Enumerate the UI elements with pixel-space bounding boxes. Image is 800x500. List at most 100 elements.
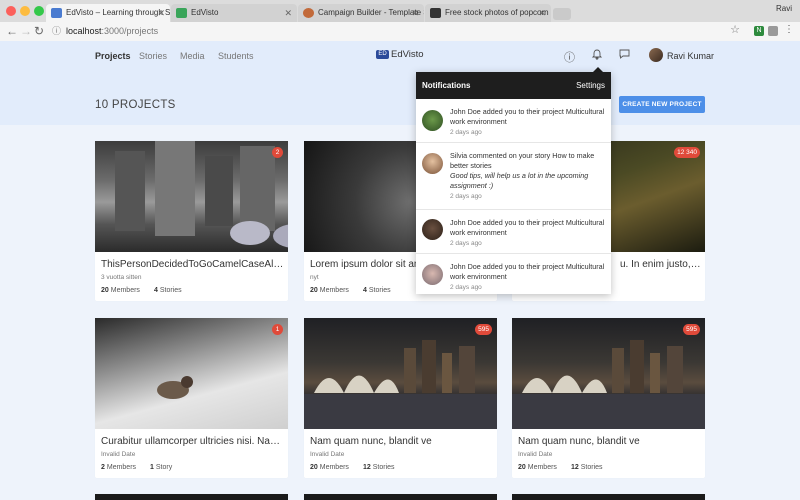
tab-close-icon[interactable]: ✕ <box>157 4 165 22</box>
notification-content: John Doe added you to their project Mult… <box>450 107 605 138</box>
close-window-icon[interactable] <box>6 6 16 16</box>
back-arrow-icon[interactable]: ← <box>6 23 18 39</box>
notification-time: 2 days ago <box>450 284 482 291</box>
extension-icon[interactable] <box>768 26 778 36</box>
stories-count: 12 <box>571 464 579 471</box>
address-url: localhost:3000/projects <box>66 24 158 38</box>
project-title[interactable]: Nam quam nunc, blandit ve <box>310 436 493 447</box>
browser-toolbar: ← → ↻ ⓘ localhost:3000/projects ☆ N ⋮ <box>0 22 800 42</box>
url-host: localhost <box>66 26 102 36</box>
members-count: 20 <box>310 464 318 471</box>
members-count: 2 <box>101 464 105 471</box>
project-title[interactable]: ThisPersonDecidedToGoCamelCaseAllThe <box>101 259 284 270</box>
project-badge: 12 340 <box>674 147 700 158</box>
notification-content: John Doe added you to their project Mult… <box>450 262 605 293</box>
maximize-window-icon[interactable] <box>34 6 44 16</box>
browser-tab-2[interactable]: EdVisto ✕ <box>171 4 297 22</box>
tab-favicon-icon <box>176 8 187 18</box>
notification-content: Silvia commented on your story How to ma… <box>450 151 605 202</box>
project-members: 20 Members <box>518 464 557 471</box>
chat-icon[interactable] <box>619 49 630 62</box>
notification-avatar <box>422 219 443 240</box>
help-icon[interactable]: ⓘ <box>564 49 575 65</box>
forward-arrow-icon[interactable]: → <box>20 23 32 39</box>
project-cover-image: 2 <box>95 141 317 252</box>
tab-title: Campaign Builder - Template St <box>318 8 424 17</box>
tab-close-icon[interactable]: ✕ <box>538 4 546 22</box>
project-card[interactable]: 2 ThisPersonDecidedToGoCamelCaseAllThe 3… <box>95 141 317 301</box>
browser-menu-icon[interactable]: ⋮ <box>784 24 794 35</box>
bell-icon-svg <box>591 49 603 60</box>
notification-item[interactable]: John Doe added you to their project Mult… <box>416 210 611 254</box>
notification-avatar <box>422 264 443 285</box>
project-card[interactable] <box>95 494 288 500</box>
browser-tab-1[interactable]: EdVisto – Learning through St ✕ <box>46 4 170 22</box>
stories-count: 12 <box>363 464 371 471</box>
project-card[interactable] <box>512 494 705 500</box>
notifications-settings-link[interactable]: Settings <box>576 81 605 90</box>
create-new-project-button[interactable]: CREATE NEW PROJECT <box>619 96 705 113</box>
browser-tab-4[interactable]: Free stock photos of popcorn ✕ <box>425 4 551 22</box>
notification-content: John Doe added you to their project Mult… <box>450 218 605 249</box>
nav-projects[interactable]: Projects <box>95 51 131 61</box>
bookmark-star-icon[interactable]: ☆ <box>730 23 740 37</box>
members-label: Members <box>319 287 349 294</box>
nav-media[interactable]: Media <box>180 51 205 61</box>
nav-stories[interactable]: Stories <box>139 51 167 61</box>
minimize-window-icon[interactable] <box>20 6 30 16</box>
project-cover-image: 595 <box>512 318 705 429</box>
notification-time: 2 days ago <box>450 240 482 247</box>
extension-icon[interactable]: N <box>754 26 764 36</box>
notification-item[interactable]: Silvia commented on your story How to ma… <box>416 143 611 210</box>
tab-close-icon[interactable]: ✕ <box>411 4 419 22</box>
nav-students[interactable]: Students <box>218 51 254 61</box>
project-members: 20 Members <box>101 287 140 294</box>
project-title[interactable]: Nam quam nunc, blandit ve <box>518 436 701 447</box>
notification-time: 2 days ago <box>450 129 482 136</box>
new-tab-button[interactable] <box>553 8 571 20</box>
user-avatar[interactable] <box>649 48 663 62</box>
project-stories: 4 Stories <box>154 287 182 294</box>
notification-item[interactable]: John Doe added you to their project Mult… <box>416 99 611 143</box>
project-card[interactable]: 1 Curabitur ullamcorper ultricies nisi. … <box>95 318 288 478</box>
address-bar[interactable]: ⓘ localhost:3000/projects ☆ <box>48 24 748 38</box>
project-members: 20 Members <box>310 287 349 294</box>
bell-icon[interactable] <box>591 49 603 63</box>
notifications-title: Notifications <box>422 81 471 90</box>
project-card[interactable]: 595 Nam quam nunc, blandit ve Invalid Da… <box>304 318 497 478</box>
project-badge: 595 <box>683 324 700 335</box>
project-badge: 1 <box>272 324 283 335</box>
projects-count-heading: 10 PROJECTS <box>95 99 176 111</box>
browser-profile-name[interactable]: Ravi <box>776 4 792 13</box>
project-card[interactable]: 595 Nam quam nunc, blandit ve Invalid Da… <box>512 318 705 478</box>
notification-time: 2 days ago <box>450 193 482 200</box>
notifications-dropdown: Notifications Settings John Doe added yo… <box>416 72 611 294</box>
stories-count: 4 <box>363 287 367 294</box>
browser-tab-3[interactable]: Campaign Builder - Template St ✕ <box>298 4 424 22</box>
logo[interactable]: ED EdVisto <box>376 49 424 60</box>
dog-illustration <box>157 376 193 399</box>
notification-text: John Doe added you to their project Mult… <box>450 218 605 237</box>
user-name[interactable]: Ravi Kumar <box>667 51 714 61</box>
project-stories: 1 Story <box>150 464 172 471</box>
members-label: Members <box>527 464 557 471</box>
page-info-icon[interactable]: ⓘ <box>52 24 61 38</box>
notification-avatar <box>422 110 443 131</box>
tab-close-icon[interactable]: ✕ <box>284 4 292 22</box>
notification-text: John Doe added you to their project Mult… <box>450 107 605 126</box>
project-card[interactable] <box>304 494 497 500</box>
project-title[interactable]: Curabitur ullamcorper ultricies nisi. Na… <box>101 436 284 447</box>
notifications-header: Notifications Settings <box>416 72 611 99</box>
browser-tab-bar: EdVisto – Learning through St ✕ EdVisto … <box>0 0 800 22</box>
project-stories: 4 Stories <box>363 287 391 294</box>
project-title[interactable]: u. In enim justo, rho... <box>620 259 702 270</box>
tab-title: EdVisto <box>191 8 219 17</box>
stories-label: Stories <box>580 464 603 471</box>
notification-item[interactable]: John Doe added you to their project Mult… <box>416 254 611 294</box>
tab-favicon-icon <box>51 8 62 18</box>
notification-avatar <box>422 153 443 174</box>
sydney-illustration <box>512 340 705 429</box>
reload-icon[interactable]: ↻ <box>34 23 44 39</box>
members-count: 20 <box>310 287 318 294</box>
project-badge: 2 <box>272 147 283 158</box>
